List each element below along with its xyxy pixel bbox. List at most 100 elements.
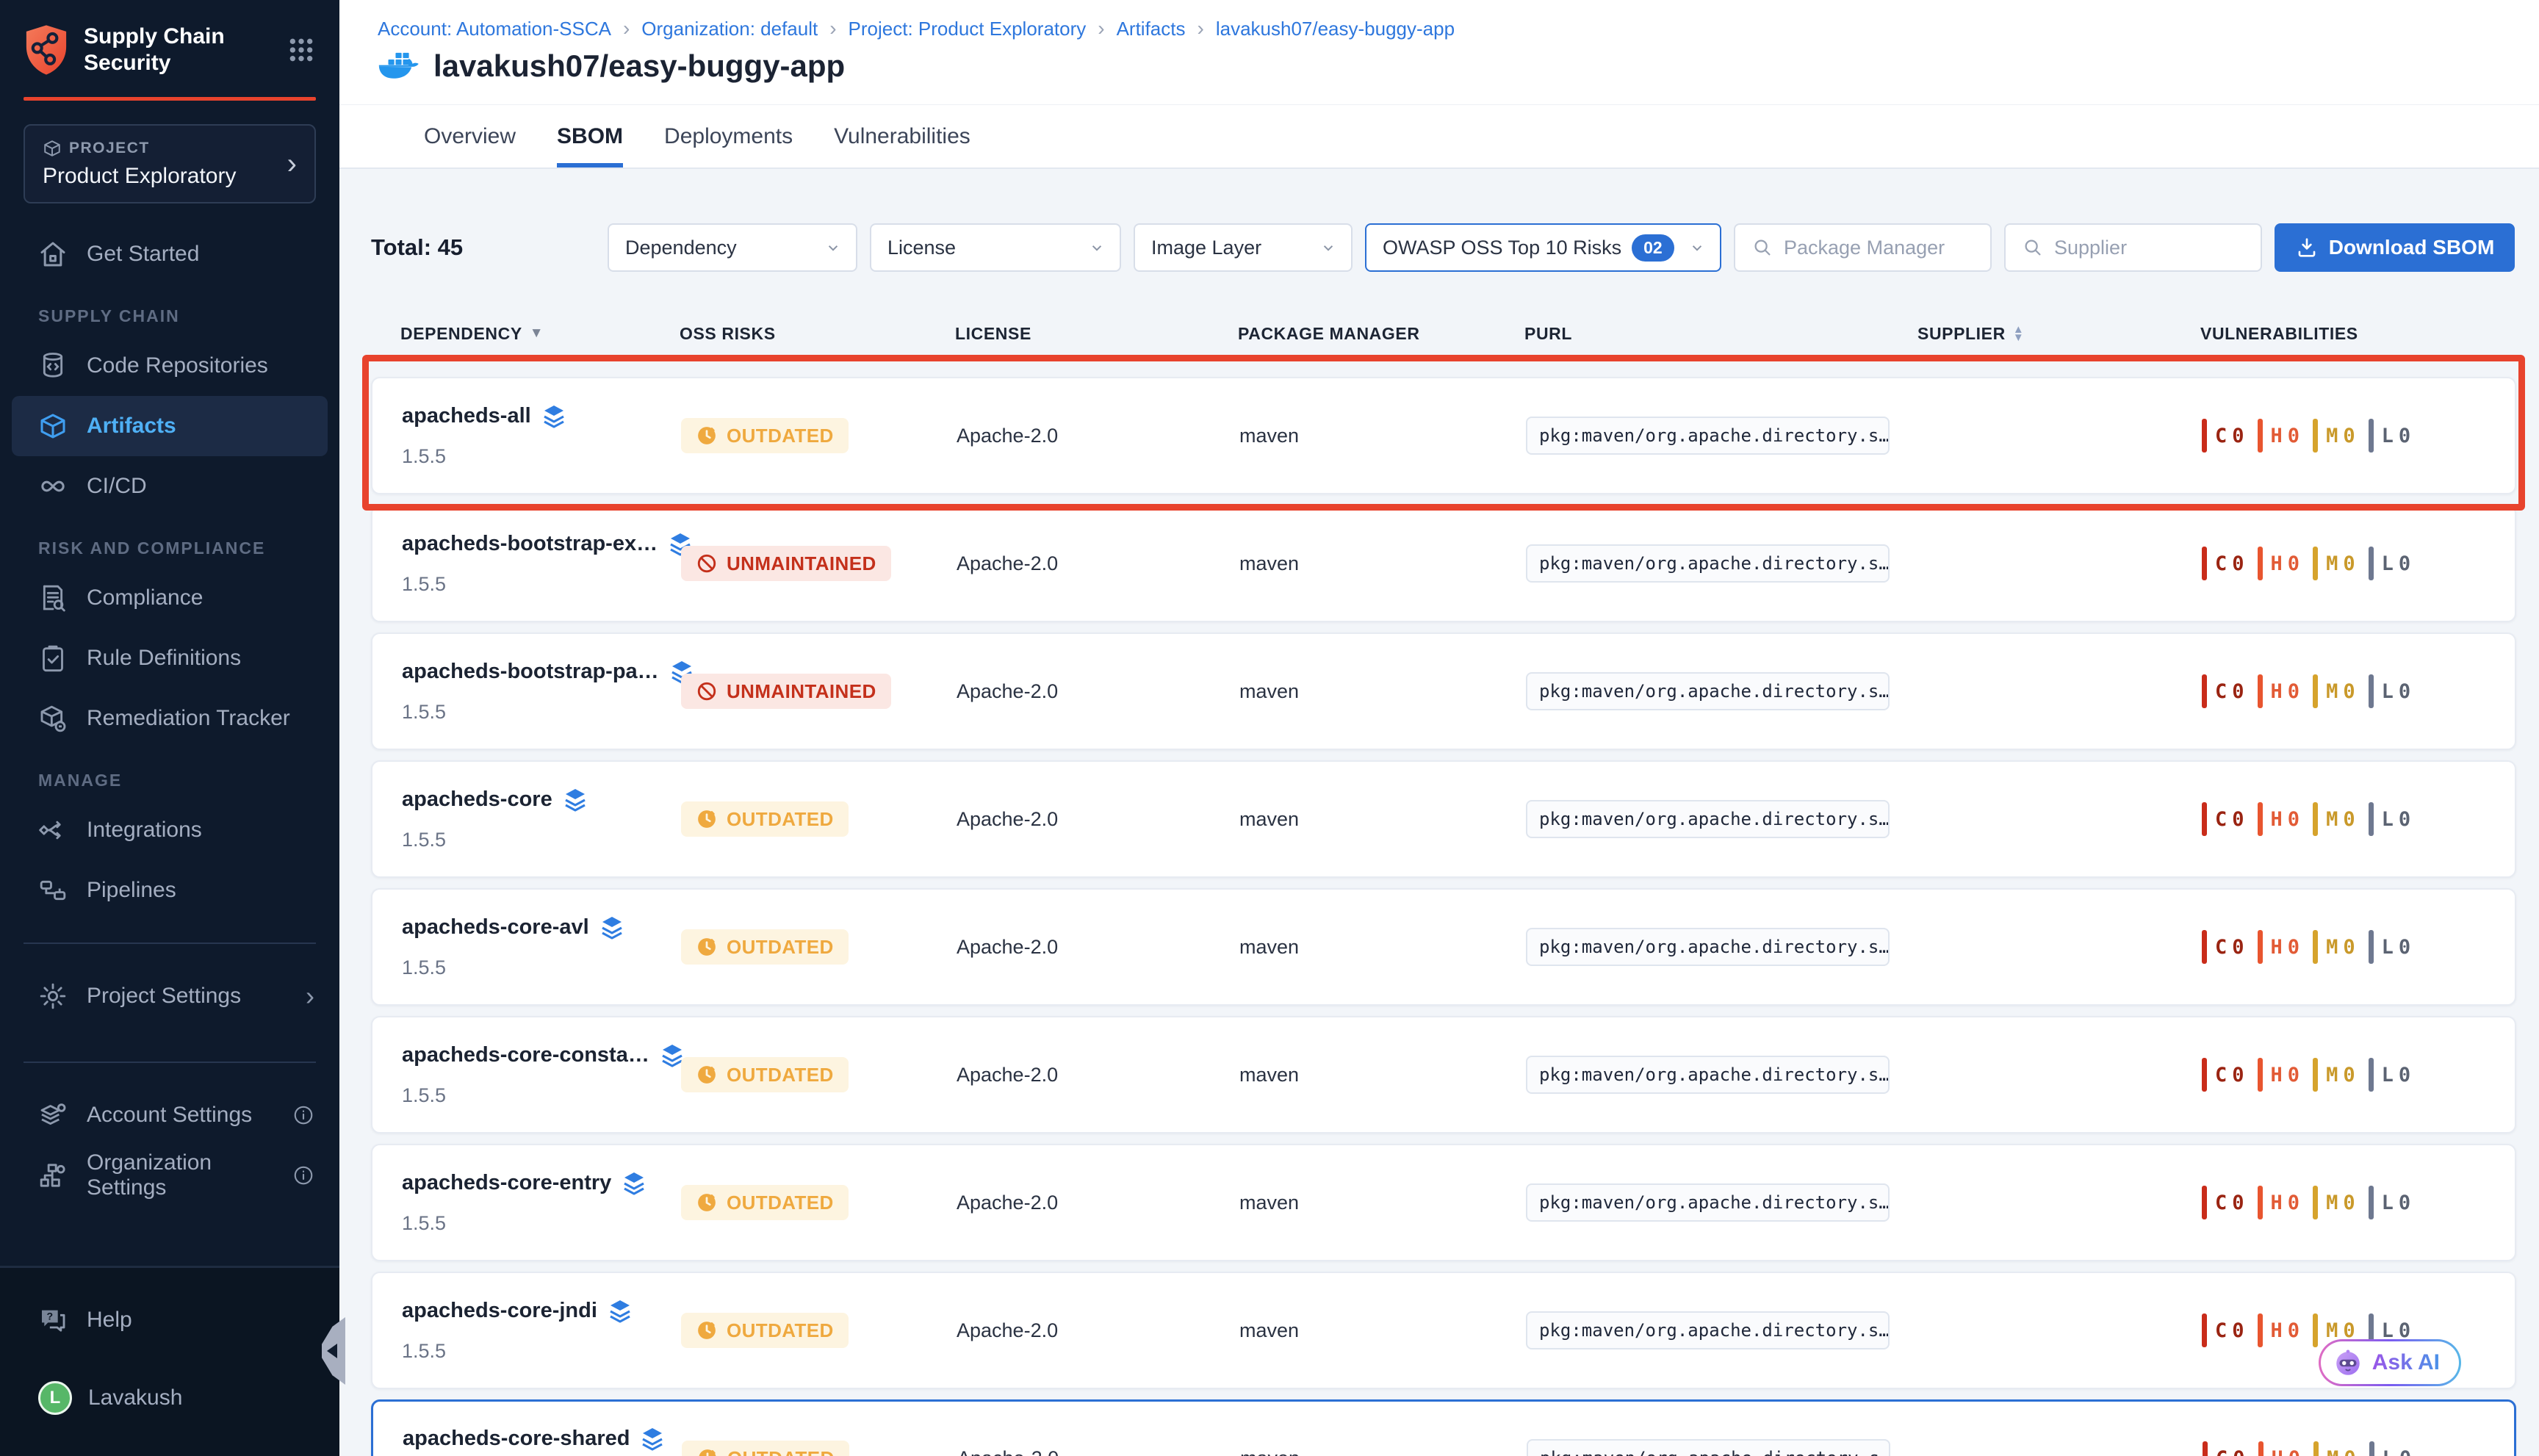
purl-chip[interactable]: pkg:maven/org.apache.directory.s… — [1526, 1056, 1890, 1094]
app-root: Supply Chain Security PROJECT Product Ex… — [0, 0, 2539, 1456]
chevron-down-icon — [824, 238, 843, 257]
license-value: Apache-2.0 — [957, 1447, 1240, 1456]
medium-count: M0 — [2313, 419, 2355, 453]
search-icon — [2022, 237, 2044, 259]
tab-overview[interactable]: Overview — [424, 105, 516, 167]
package-manager-value: maven — [1239, 808, 1526, 831]
ask-ai-button[interactable]: Ask AI — [2319, 1339, 2461, 1386]
dependency-version: 1.5.5 — [402, 1084, 446, 1107]
purl-chip[interactable]: pkg:maven/org.apache.directory.s… — [1526, 1183, 1890, 1222]
supplier-search-input[interactable]: Supplier — [2004, 223, 2262, 272]
sidebar-divider — [24, 943, 316, 944]
table-row[interactable]: apacheds-core-shared 1.5.5 OUTDATED Apac… — [371, 1399, 2516, 1456]
low-count: L0 — [2369, 674, 2411, 708]
breadcrumb-account[interactable]: Account: Automation-SSCA — [378, 18, 611, 40]
image-layer-filter-dropdown[interactable]: Image Layer — [1134, 223, 1353, 272]
sidebar-user[interactable]: L Lavakush — [0, 1368, 339, 1428]
vulnerability-counts: C0 H0 M0 L0 — [2202, 1186, 2515, 1219]
critical-count: C0 — [2203, 1441, 2245, 1456]
sidebar-item-get-started[interactable]: Get Started — [0, 224, 339, 284]
total-count: Total: 45 — [371, 234, 595, 261]
dependency-list: apacheds-all 1.5.5 OUTDATED Apache-2.0 m… — [371, 377, 2516, 1456]
purl-chip[interactable]: pkg:maven/org.apache.directory.s… — [1526, 417, 1890, 455]
tab-deployments[interactable]: Deployments — [664, 105, 793, 167]
oss-risk-badge: OUTDATED — [681, 929, 849, 965]
purl-chip[interactable]: pkg:maven/org.apache.directory.s… — [1527, 1439, 1890, 1456]
layers-icon — [608, 1299, 633, 1324]
owasp-risks-filter-dropdown[interactable]: OWASP OSS Top 10 Risks 02 — [1365, 223, 1721, 272]
tab-vulnerabilities[interactable]: Vulnerabilities — [834, 105, 970, 167]
sidebar-item-code-repositories[interactable]: Code Repositories — [0, 336, 339, 396]
sidebar-item-project-settings[interactable]: Project Settings › — [0, 966, 339, 1026]
sidebar-item-pipelines[interactable]: Pipelines — [0, 860, 339, 920]
table-row[interactable]: apacheds-all 1.5.5 OUTDATED Apache-2.0 m… — [371, 377, 2516, 494]
table-row[interactable]: apacheds-core-avl 1.5.5 OUTDATED Apache-… — [371, 888, 2516, 1006]
package-manager-value: maven — [1240, 1447, 1527, 1456]
sidebar-item-integrations[interactable]: Integrations — [0, 800, 339, 860]
sidebar-item-artifacts[interactable]: Artifacts — [12, 396, 328, 456]
sidebar-item-remediation-tracker[interactable]: Remediation Tracker — [0, 688, 339, 749]
purl-chip[interactable]: pkg:maven/org.apache.directory.s… — [1526, 544, 1890, 583]
column-header-dependency[interactable]: DEPENDENCY▼ — [400, 324, 680, 344]
table-row[interactable]: apacheds-core-entry 1.5.5 OUTDATED Apach… — [371, 1144, 2516, 1261]
license-value: Apache-2.0 — [957, 1064, 1239, 1086]
column-header-supplier[interactable]: SUPPLIER▲▼ — [1917, 324, 2200, 344]
table-row[interactable]: apacheds-core 1.5.5 OUTDATED Apache-2.0 … — [371, 760, 2516, 878]
sidebar-item-organization-settings[interactable]: Organization Settings — [0, 1145, 339, 1205]
breadcrumb-artifact-name[interactable]: lavakush07/easy-buggy-app — [1216, 18, 1455, 40]
sidebar-item-cicd[interactable]: CI/CD — [0, 456, 339, 516]
clock-icon — [696, 808, 718, 830]
low-count: L0 — [2369, 930, 2411, 964]
license-filter-dropdown[interactable]: License — [870, 223, 1121, 272]
sidebar-item-label: Account Settings — [87, 1103, 252, 1128]
table-row[interactable]: apacheds-bootstrap-ex… 1.5.5 UNMAINTAINE… — [371, 505, 2516, 622]
purl-chip[interactable]: pkg:maven/org.apache.directory.s… — [1526, 928, 1890, 966]
medium-count: M0 — [2313, 674, 2355, 708]
sidebar-header: Supply Chain Security — [0, 0, 339, 97]
project-selector[interactable]: PROJECT Product Exploratory › — [24, 124, 316, 203]
purl-chip[interactable]: pkg:maven/org.apache.directory.s… — [1526, 1311, 1890, 1349]
table-row[interactable]: apacheds-core-consta… 1.5.5 OUTDATED Apa… — [371, 1016, 2516, 1134]
layers-icon — [563, 788, 588, 812]
code-repository-icon — [38, 351, 68, 381]
filter-bar: Total: 45 Dependency License Image Layer… — [371, 222, 2516, 273]
sidebar-item-compliance[interactable]: Compliance — [0, 568, 339, 628]
oss-risk-badge: OUTDATED — [681, 1057, 849, 1092]
sidebar-item-account-settings[interactable]: Account Settings — [0, 1085, 339, 1145]
breadcrumb-artifacts[interactable]: Artifacts — [1117, 18, 1186, 40]
dependency-filter-dropdown[interactable]: Dependency — [608, 223, 857, 272]
critical-count: C0 — [2202, 674, 2244, 708]
high-count: H0 — [2258, 1313, 2300, 1347]
purl-chip[interactable]: pkg:maven/org.apache.directory.s… — [1526, 800, 1890, 838]
purl-chip[interactable]: pkg:maven/org.apache.directory.s… — [1526, 672, 1890, 710]
layers-icon — [541, 404, 566, 429]
oss-risk-badge: OUTDATED — [682, 1441, 849, 1456]
sort-descending-icon[interactable]: ▼ — [530, 325, 544, 342]
sidebar-item-rule-definitions[interactable]: Rule Definitions — [0, 628, 339, 688]
download-sbom-button[interactable]: Download SBOM — [2275, 223, 2515, 272]
project-cube-icon — [43, 139, 62, 158]
module-grid-icon[interactable] — [285, 34, 317, 66]
table-row[interactable]: apacheds-core-jndi 1.5.5 OUTDATED Apache… — [371, 1272, 2516, 1389]
dropdown-value: Dependency — [625, 237, 737, 259]
clock-icon — [696, 1064, 718, 1086]
critical-count: C0 — [2202, 419, 2244, 453]
info-icon — [292, 1104, 314, 1126]
search-placeholder: Supplier — [2054, 237, 2127, 259]
critical-count: C0 — [2202, 802, 2244, 836]
tab-sbom[interactable]: SBOM — [557, 105, 623, 167]
medium-count: M0 — [2313, 1186, 2355, 1219]
oss-risk-badge: UNMAINTAINED — [681, 674, 891, 709]
breadcrumb-project[interactable]: Project: Product Exploratory — [849, 18, 1087, 40]
column-header-package-manager: PACKAGE MANAGER — [1238, 324, 1524, 344]
package-manager-search-input[interactable]: Package Manager — [1734, 223, 1992, 272]
sort-both-icon[interactable]: ▲▼ — [2013, 325, 2024, 342]
high-count: H0 — [2258, 1186, 2300, 1219]
low-count: L0 — [2369, 419, 2411, 453]
chevron-right-icon: › — [306, 981, 314, 1012]
table-row[interactable]: apacheds-bootstrap-pa… 1.5.5 UNMAINTAINE… — [371, 633, 2516, 750]
sidebar-item-help[interactable]: ? Help — [0, 1290, 339, 1350]
dependency-name: apacheds-all — [402, 404, 531, 428]
breadcrumb-organization[interactable]: Organization: default — [641, 18, 818, 40]
sidebar-section-supply-chain: SUPPLY CHAIN — [0, 296, 339, 336]
